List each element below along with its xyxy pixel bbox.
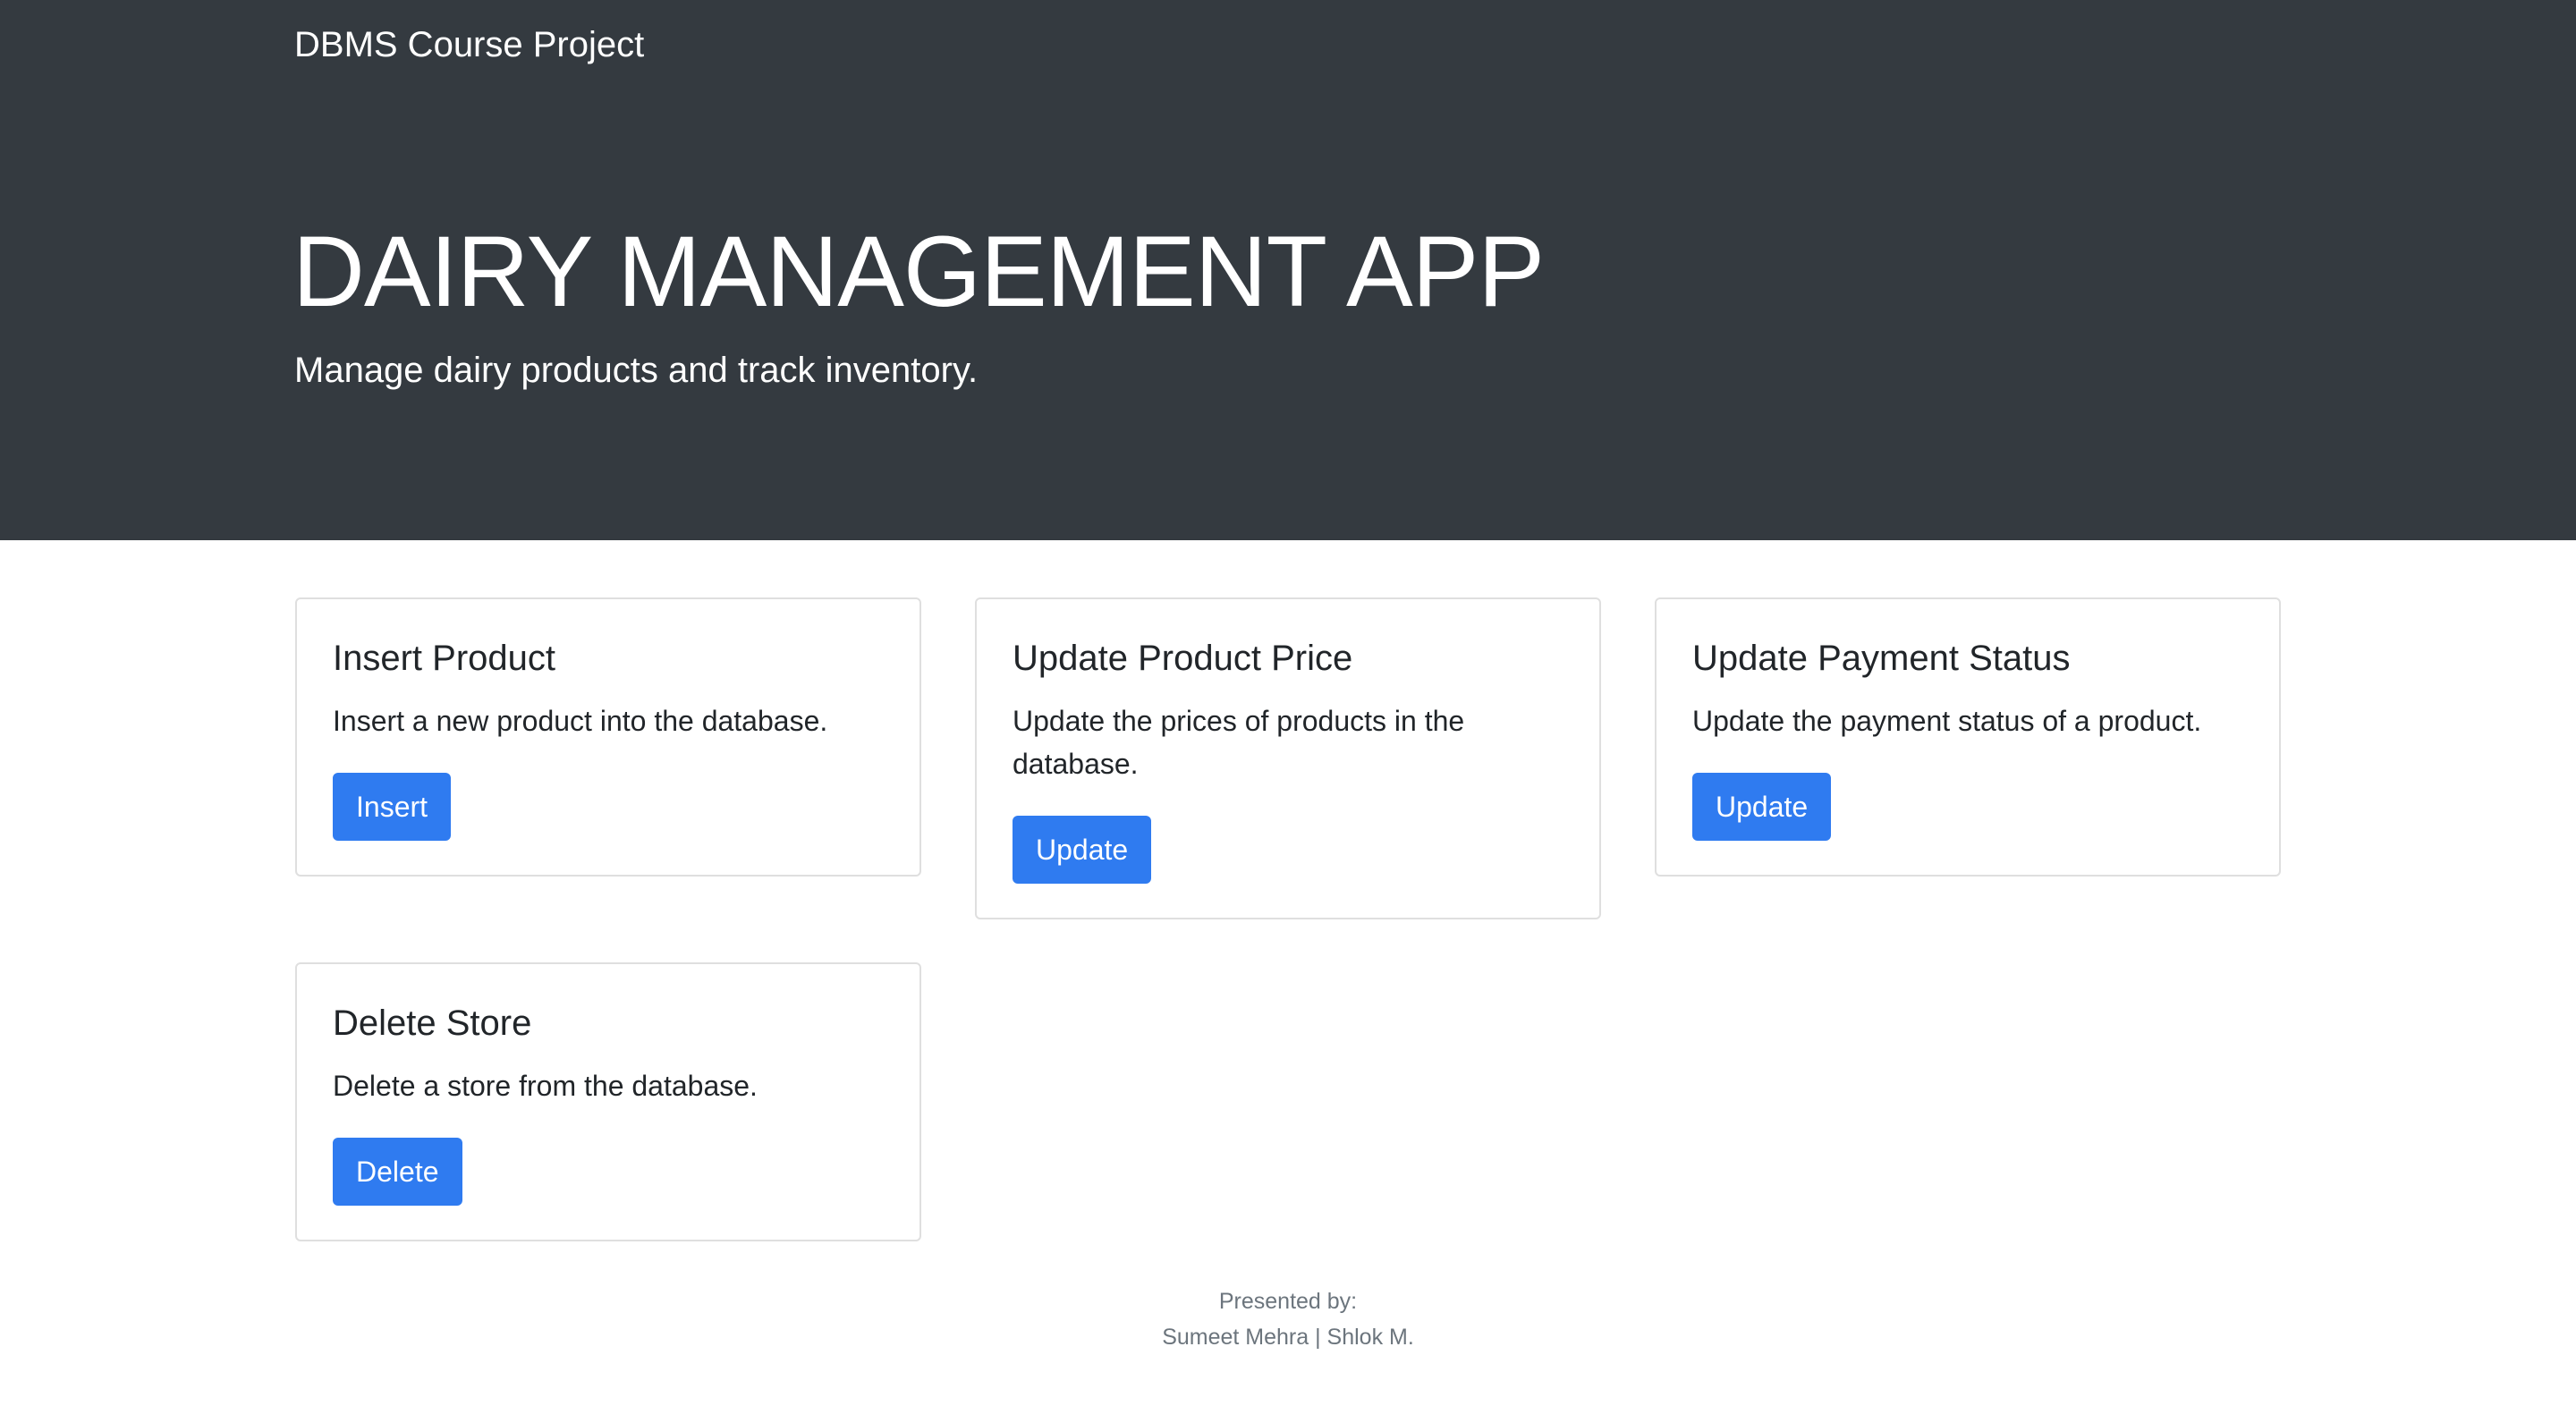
card-title: Delete Store <box>333 1004 532 1043</box>
insert-button[interactable]: Insert <box>333 773 452 841</box>
page-subtitle: Manage dairy products and track inventor… <box>294 351 979 390</box>
card-description: Update the payment status of a product. <box>1692 705 2202 737</box>
update-product-price-card: Update Product Price Update the prices o… <box>975 597 1601 919</box>
card-description: Insert a new product into the database. <box>333 705 828 737</box>
insert-product-card: Insert Product Insert a new product into… <box>295 597 921 877</box>
page-title: DAIRY MANAGEMENT APP <box>292 216 1545 327</box>
delete-button[interactable]: Delete <box>333 1138 462 1206</box>
card-title: Update Product Price <box>1013 639 1353 678</box>
update-price-button[interactable]: Update <box>1013 816 1152 884</box>
navbar-brand[interactable]: DBMS Course Project <box>294 23 644 66</box>
card-description: Update the prices of products in the dat… <box>1013 705 1465 780</box>
card-title: Insert Product <box>333 639 556 678</box>
update-payment-status-card: Update Payment Status Update the payment… <box>1655 597 2281 877</box>
hero-banner: DBMS Course Project DAIRY MANAGEMENT APP… <box>0 0 2576 540</box>
footer-authors: Sumeet Mehra | Shlok M. <box>1162 1325 1414 1350</box>
footer-presented-by: Presented by: <box>1218 1289 1358 1314</box>
card-description: Delete a store from the database. <box>333 1070 758 1102</box>
update-payment-button[interactable]: Update <box>1692 773 1832 841</box>
delete-store-card: Delete Store Delete a store from the dat… <box>295 962 921 1241</box>
card-title: Update Payment Status <box>1692 639 2071 678</box>
